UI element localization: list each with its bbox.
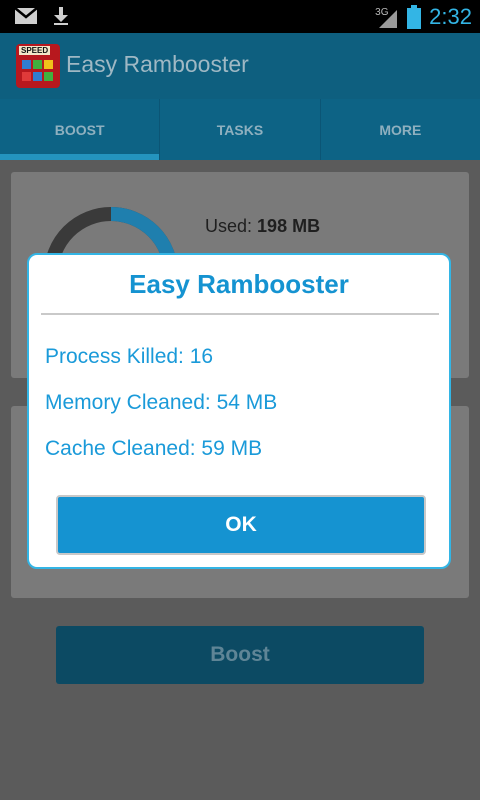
used-label: Used: <box>205 216 253 236</box>
clock: 2:32 <box>429 3 472 29</box>
download-icon <box>54 7 68 25</box>
cache-cleaned-text: Cache Cleaned: 59 MB <box>45 437 263 460</box>
signal-icon: 3G <box>375 4 399 30</box>
notification-icons <box>14 6 70 26</box>
status-bar: 3G 2:32 <box>0 0 480 33</box>
dialog-title: Easy Rambooster <box>129 269 349 299</box>
process-killed-text: Process Killed: 16 <box>45 345 214 368</box>
dialog-divider <box>41 313 439 315</box>
gmail-icon <box>14 7 38 24</box>
app-title: Easy Rambooster <box>66 51 249 77</box>
app-logo-icon[interactable]: SPEED <box>16 44 60 88</box>
ok-button[interactable]: OK <box>56 495 426 555</box>
boost-button[interactable]: Boost <box>56 626 424 684</box>
memory-cleaned-text: Memory Cleaned: 54 MB <box>45 391 278 414</box>
result-dialog: Easy Rambooster Process Killed: 16 Memor… <box>27 253 451 569</box>
action-bar: SPEED Easy Rambooster <box>0 33 480 99</box>
battery-icon <box>407 4 422 29</box>
tab-more[interactable]: MORE <box>321 99 480 160</box>
system-icons: 3G 2:32 <box>375 0 472 33</box>
tab-bar: BOOST TASKS MORE <box>0 99 480 160</box>
used-value: 198 MB <box>257 216 321 236</box>
used-memory: Used: 198 MB <box>205 216 320 237</box>
app-logo-label: SPEED <box>19 46 51 55</box>
tab-tasks[interactable]: TASKS <box>160 99 321 160</box>
tab-boost[interactable]: BOOST <box>0 99 161 160</box>
